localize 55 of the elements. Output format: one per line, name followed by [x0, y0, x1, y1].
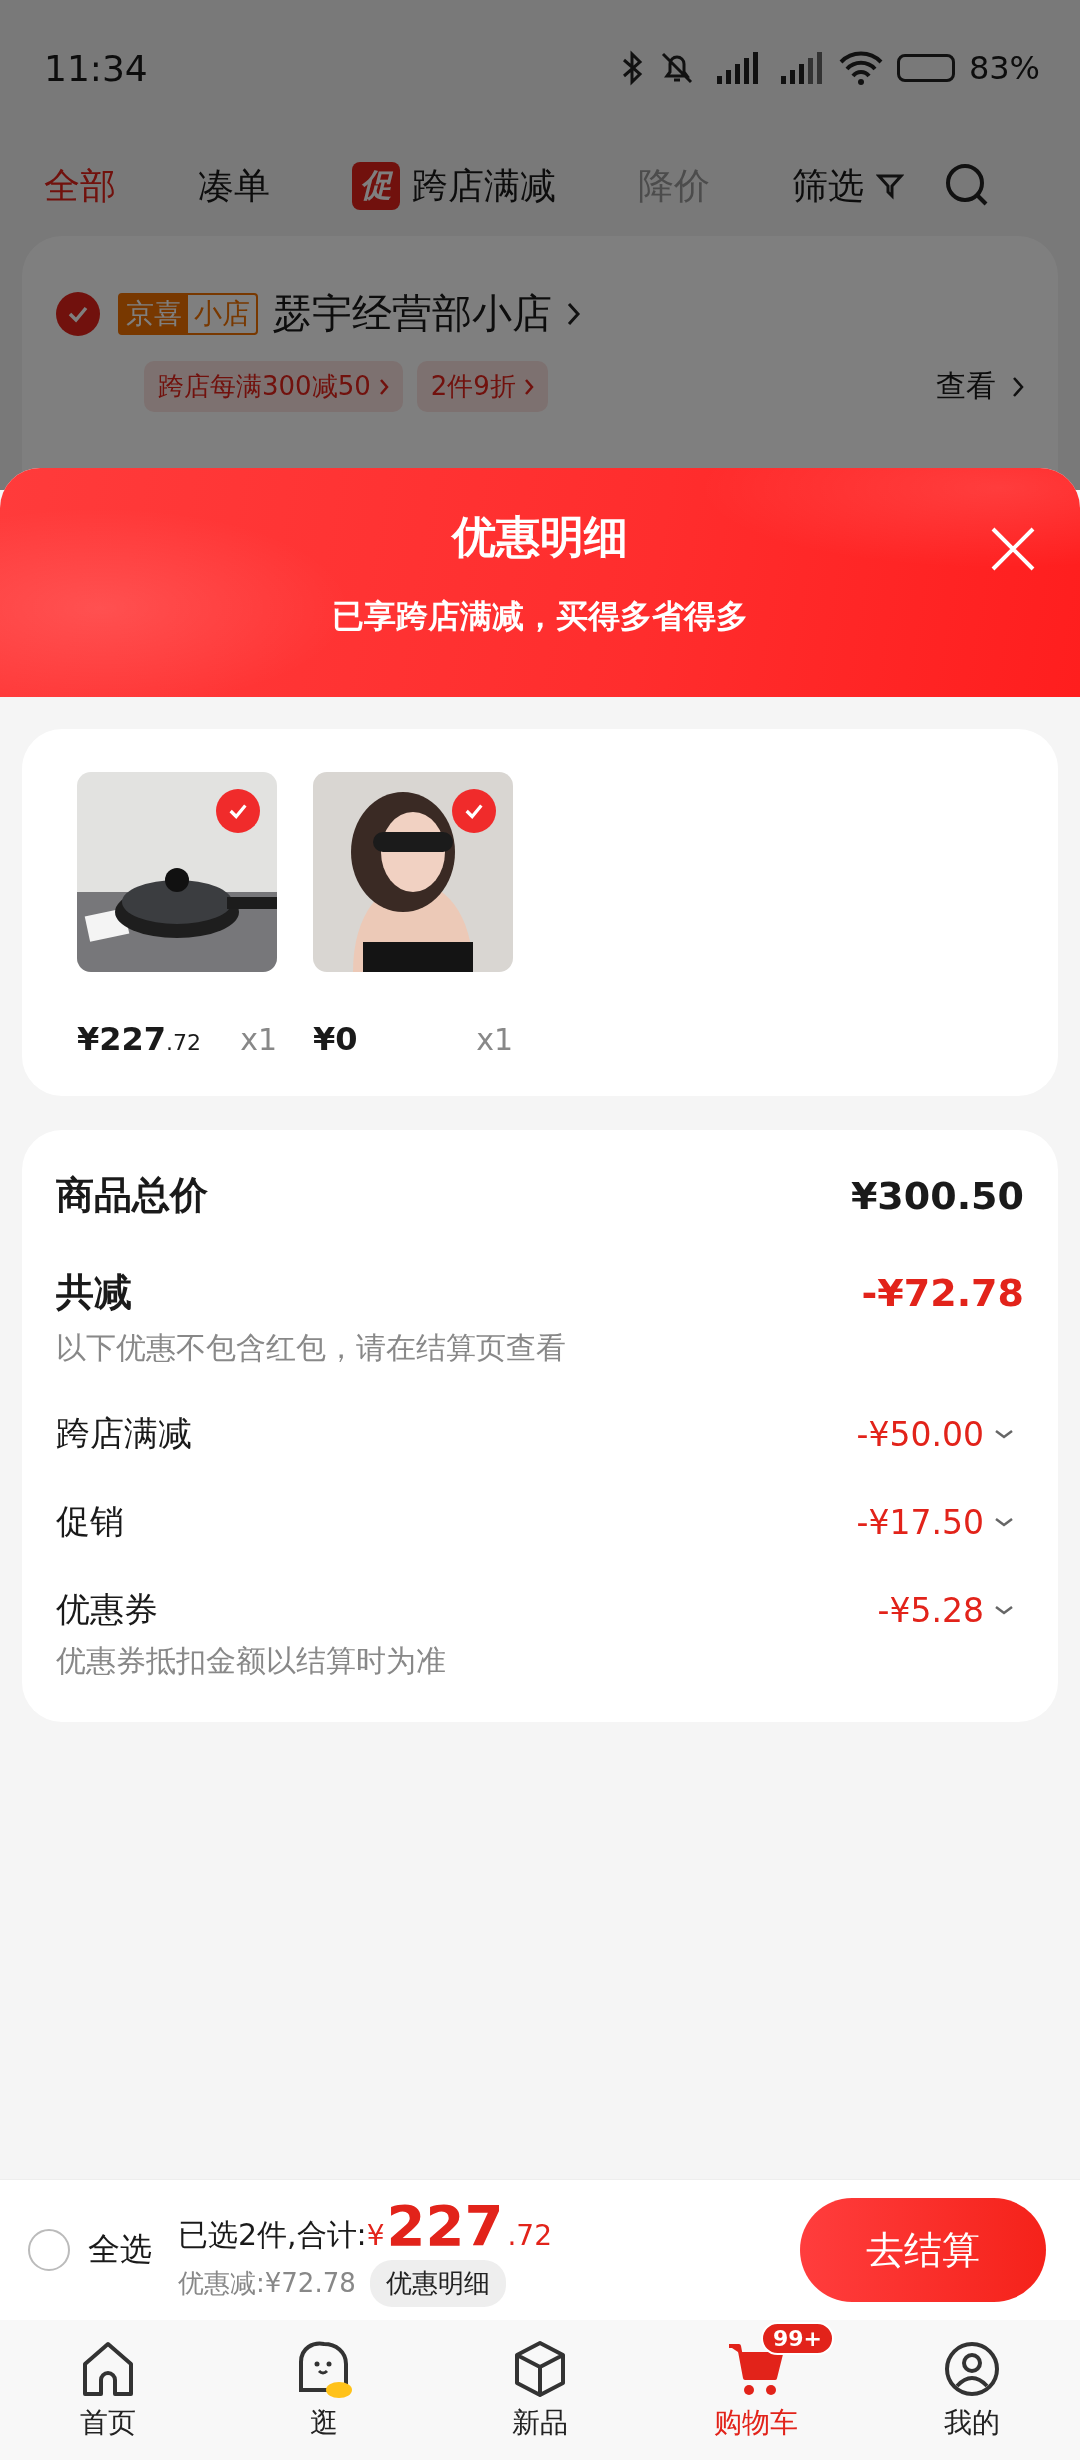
discount-amount[interactable]: -¥50.00 [856, 1414, 984, 1454]
promo-tag[interactable]: 跨店每满300减50 [144, 361, 403, 412]
discount-amount[interactable]: -¥5.28 [877, 1590, 984, 1630]
filter-tab[interactable]: 全部 [44, 161, 116, 211]
total-amount: ¥300.50 [850, 1173, 1024, 1218]
total-summary: 已选2件,合计: [178, 2216, 367, 2254]
total-price: ¥227.72 [366, 2193, 552, 2258]
discount-amount[interactable]: -¥17.50 [856, 1502, 984, 1542]
total-label: 商品总价 [56, 1172, 208, 1219]
store-tag: 京喜 小店 [118, 292, 258, 335]
filter-tab[interactable]: 凑单 [198, 161, 270, 211]
promo-tag[interactable]: 2件9折 [416, 361, 548, 412]
chevron-right-icon [378, 377, 389, 396]
checkout-button[interactable]: 去结算 [800, 2198, 1046, 2302]
chevron-down-icon[interactable] [994, 1604, 1014, 1616]
reduction-note: 以下优惠不包含红包，请在结算页查看 [56, 1329, 567, 1367]
cart-count-badge: 99+ [761, 2322, 835, 2355]
item-price: ¥0 [313, 1020, 358, 1058]
filter-button[interactable]: 筛选 [792, 161, 904, 211]
discount-label: 促销 [56, 1500, 124, 1543]
nav-label[interactable]: 新品 [512, 2404, 568, 2442]
battery-percent: 83% [968, 49, 1040, 87]
nav-label[interactable]: 我的 [944, 2404, 1000, 2442]
view-link[interactable]: 查看 [936, 366, 1024, 407]
nav-label[interactable]: 首页 [80, 2404, 136, 2442]
item-quantity: x1 [240, 1022, 277, 1057]
select-all-label[interactable]: 全选 [88, 2228, 152, 2272]
bluetooth-icon [620, 50, 643, 86]
discount-detail-button[interactable]: 优惠明细 [369, 2260, 506, 2307]
discount-note: 优惠券抵扣金额以结算时为准 [56, 1642, 447, 1680]
chevron-down-icon[interactable] [994, 1428, 1014, 1440]
sheet-title: 优惠明细 [452, 510, 628, 564]
close-icon[interactable] [990, 526, 1036, 572]
select-all-radio[interactable] [28, 2229, 70, 2271]
reduction-amount: -¥72.78 [861, 1270, 1024, 1315]
sheet-subtitle: 已享跨店满减，买得多省得多 [332, 596, 748, 637]
filter-tab[interactable]: 促 跨店满减 [352, 161, 556, 211]
chevron-down-icon[interactable] [994, 1516, 1014, 1528]
status-time: 11:34 [44, 47, 148, 89]
battery-icon [896, 54, 955, 82]
chevron-right-icon [1012, 375, 1024, 398]
item-price: ¥227.72 [77, 1020, 202, 1058]
discount-label: 优惠券 [56, 1588, 158, 1631]
wifi-icon [838, 50, 883, 86]
discount-label: 跨店满减 [56, 1412, 192, 1455]
chevron-right-icon [523, 377, 534, 396]
nav-label[interactable]: 购物车 [714, 2404, 798, 2442]
filter-icon[interactable] [876, 172, 904, 200]
nav-label[interactable]: 逛 [310, 2404, 338, 2442]
store-checkbox[interactable] [56, 291, 100, 336]
item-quantity: x1 [476, 1022, 513, 1057]
chevron-right-icon [566, 300, 582, 327]
store-name[interactable]: 瑟宇经营部小店 [272, 286, 552, 341]
reduction-label: 共减 [56, 1269, 132, 1316]
saved-amount: 优惠减:¥72.78 [178, 2267, 356, 2300]
